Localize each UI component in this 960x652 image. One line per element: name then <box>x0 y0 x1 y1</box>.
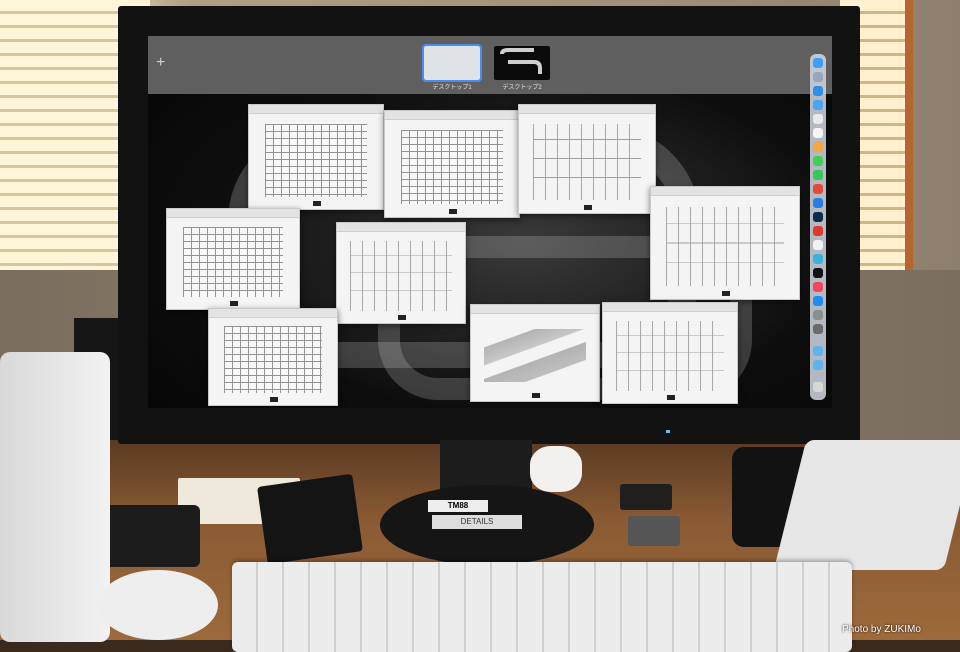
page-indicator <box>313 201 322 206</box>
monitor-screen: + デスクトップ1 デスクトップ2 <box>148 36 832 408</box>
acrobat-icon[interactable] <box>813 226 823 236</box>
floor-plan-drawing <box>224 326 322 394</box>
plush-toy <box>530 446 582 492</box>
isometric-drawing <box>483 329 587 382</box>
battery <box>620 484 672 510</box>
cad-window[interactable] <box>602 302 738 404</box>
page-indicator <box>270 397 279 402</box>
cad-window[interactable] <box>208 308 338 406</box>
battery <box>628 516 680 546</box>
page-indicator <box>667 395 676 400</box>
elevation-drawing <box>349 241 453 311</box>
cad-window[interactable] <box>248 104 384 210</box>
safari-icon[interactable] <box>813 86 823 96</box>
power-indicator <box>666 430 670 433</box>
mouse[interactable] <box>98 570 218 640</box>
cad-window[interactable] <box>650 186 800 300</box>
keyboard[interactable] <box>232 562 852 652</box>
app-icon[interactable] <box>813 184 823 194</box>
page-indicator <box>449 209 458 214</box>
floor-plan-drawing <box>182 227 284 297</box>
folder-icon[interactable] <box>813 346 823 356</box>
page-indicator <box>230 301 239 306</box>
page-indicator <box>722 291 731 296</box>
photos-icon[interactable] <box>813 142 823 152</box>
space-label: デスクトップ1 <box>432 85 472 91</box>
cad-window[interactable] <box>470 304 600 402</box>
cad-window[interactable] <box>384 110 520 218</box>
system-preferences-icon[interactable] <box>813 310 823 320</box>
mail-icon[interactable] <box>813 100 823 110</box>
messages-icon[interactable] <box>813 156 823 166</box>
floor-plan-drawing <box>401 130 503 205</box>
app-store-icon[interactable] <box>813 296 823 306</box>
elevation-drawing <box>616 321 724 391</box>
facetime-icon[interactable] <box>813 170 823 180</box>
photo-credit: Photo by ZUKIMo <box>842 624 921 635</box>
sticker-label: TM88 <box>428 500 488 512</box>
elevation-drawing <box>532 124 642 201</box>
floor-plan-drawing <box>265 123 367 197</box>
space-label: デスクトップ2 <box>502 85 542 91</box>
dock <box>810 54 826 400</box>
app-icon[interactable] <box>813 324 823 334</box>
wallpaper-preview <box>500 48 542 74</box>
page-indicator <box>398 315 407 320</box>
app-icon[interactable] <box>813 254 823 264</box>
battery-charger <box>100 505 200 567</box>
sticker-sub-label: DETAILS <box>432 515 522 529</box>
photoshop-icon[interactable] <box>813 212 823 222</box>
finder-icon[interactable] <box>813 58 823 68</box>
laptop <box>0 352 110 642</box>
cad-window[interactable] <box>336 222 466 324</box>
music-icon[interactable] <box>813 282 823 292</box>
page-indicator <box>584 205 593 210</box>
document-tray <box>773 440 960 570</box>
calendar-icon[interactable] <box>813 128 823 138</box>
space-thumbnail-desktop-2[interactable] <box>494 46 550 80</box>
trash-icon[interactable] <box>813 382 823 392</box>
cad-window[interactable] <box>518 104 656 214</box>
window-frame <box>905 0 913 275</box>
external-drive <box>257 473 363 565</box>
tv-icon[interactable] <box>813 268 823 278</box>
space-thumbnail-desktop-1[interactable] <box>422 44 482 82</box>
launchpad-icon[interactable] <box>813 72 823 82</box>
page-indicator <box>532 393 541 398</box>
app-icon[interactable] <box>813 240 823 250</box>
mission-control-spaces-bar: + デスクトップ1 デスクトップ2 <box>148 36 832 94</box>
app-icon[interactable] <box>813 114 823 124</box>
plus-icon[interactable]: + <box>156 54 165 72</box>
cad-window[interactable] <box>166 208 300 310</box>
elevation-drawing <box>665 207 785 286</box>
app-icon[interactable] <box>813 198 823 208</box>
folder-icon[interactable] <box>813 360 823 370</box>
